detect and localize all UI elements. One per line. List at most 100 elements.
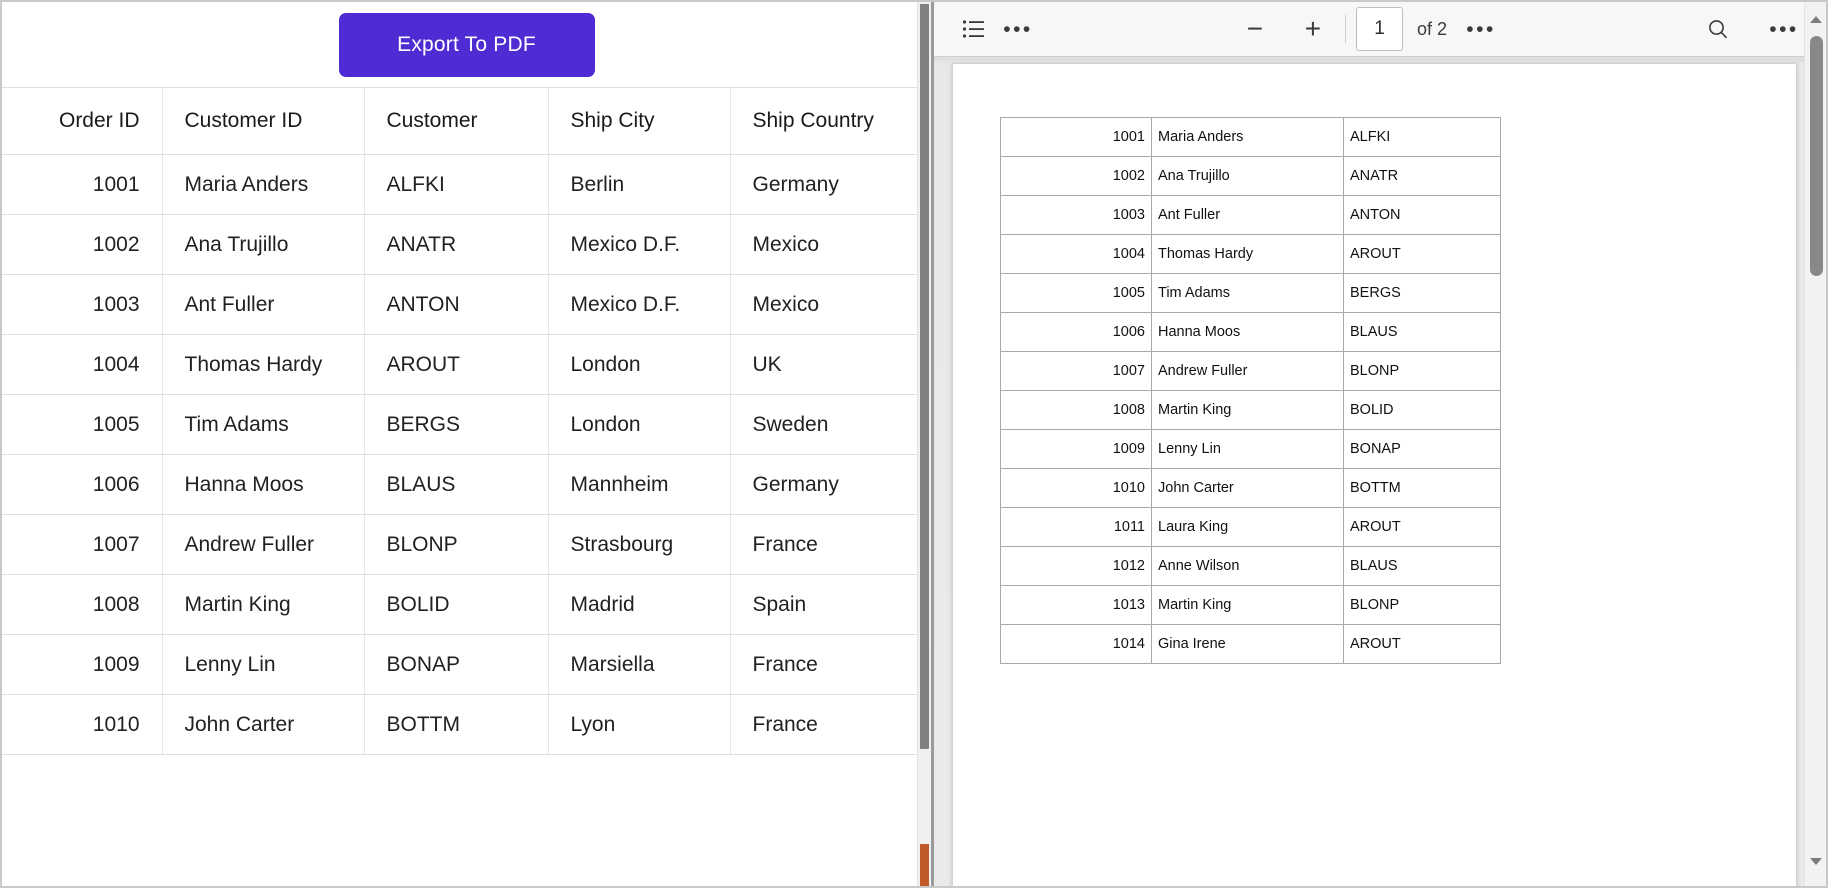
pdf-left-more-button[interactable]: ••• [996, 7, 1040, 51]
cell-ship-country: UK [730, 334, 931, 395]
pdf-cell-order-id: 1012 [1000, 546, 1152, 586]
cell-ship-country: Mexico [730, 274, 931, 335]
pdf-table-row: 1002 Ana Trujillo ANATR [1000, 156, 1501, 196]
cell-order-id: 1002 [2, 214, 163, 275]
pdf-cell-customer-id: BLONP [1343, 351, 1501, 391]
data-grid-pane: Export To PDF Order ID Customer ID Custo… [2, 2, 931, 886]
pdf-table-row: 1003 Ant Fuller ANTON [1000, 195, 1501, 235]
cell-ship-city: Mexico D.F. [548, 214, 731, 275]
cell-ship-city: Strasbourg [548, 514, 731, 575]
pdf-page-more-button[interactable]: ••• [1459, 7, 1503, 51]
pdf-cell-customer-id: ANATR [1343, 156, 1501, 196]
table-row[interactable]: 1009 Lenny Lin BONAP Marsiella France [2, 634, 931, 695]
cell-customer: BOTTM [364, 694, 549, 755]
orders-table-header: Order ID Customer ID Customer Ship City … [2, 87, 931, 155]
zoom-in-label: + [1304, 13, 1322, 44]
pdf-cell-customer-id: ALFKI [1343, 117, 1501, 157]
grid-scrollbar-thumb[interactable] [920, 4, 929, 749]
zoom-in-button[interactable]: + [1291, 7, 1335, 51]
pdf-cell-customer-id: BOLID [1343, 390, 1501, 430]
scroll-down-arrow-icon[interactable] [1805, 850, 1826, 872]
pdf-table-row: 1007 Andrew Fuller BLONP [1000, 351, 1501, 391]
pdf-cell-order-id: 1010 [1000, 468, 1152, 508]
pdf-cell-customer: Ant Fuller [1151, 195, 1344, 235]
table-row[interactable]: 1003 Ant Fuller ANTON Mexico D.F. Mexico [2, 274, 931, 335]
cell-customer: BLAUS [364, 454, 549, 515]
export-to-pdf-button[interactable]: Export To PDF [338, 12, 595, 77]
cell-customer: BOLID [364, 574, 549, 635]
pdf-toolbar: ••• − + of 2 ••• [934, 2, 1826, 57]
pdf-right-more-button[interactable]: ••• [1762, 7, 1806, 51]
page-number-input[interactable] [1355, 7, 1403, 51]
cell-ship-city: Marsiella [548, 634, 731, 695]
pdf-cell-customer: Thomas Hardy [1151, 234, 1344, 274]
pdf-scroll-area[interactable]: 1001 Maria Anders ALFKI 1002 Ana Trujillo ANA… [934, 58, 1804, 886]
pdf-table-row: 1013 Martin King BLONP [1000, 585, 1501, 625]
pdf-orders-table: 1001 Maria Anders ALFKI 1002 Ana Trujillo ANA… [1000, 117, 1501, 664]
cell-order-id: 1005 [2, 394, 163, 455]
pdf-cell-customer: Gina Irene [1151, 624, 1344, 664]
pdf-table-row: 1012 Anne Wilson BLAUS [1000, 546, 1501, 586]
pdf-cell-customer-id: BLONP [1343, 585, 1501, 625]
cell-ship-city: Lyon [548, 694, 731, 755]
table-row[interactable]: 1007 Andrew Fuller BLONP Strasbourg France [2, 514, 931, 575]
pdf-cell-customer: Hanna Moos [1151, 312, 1344, 352]
bookmarks-list-icon[interactable] [952, 7, 996, 51]
pdf-cell-order-id: 1002 [1000, 156, 1152, 196]
cell-customer: ANTON [364, 274, 549, 335]
table-row[interactable]: 1004 Thomas Hardy AROUT London UK [2, 334, 931, 395]
cell-ship-country: France [730, 514, 931, 575]
cell-customer-id: Tim Adams [162, 394, 365, 455]
pdf-table-row: 1001 Maria Anders ALFKI [1000, 117, 1501, 157]
column-header-ship-country[interactable]: Ship Country [730, 87, 931, 155]
table-row[interactable]: 1002 Ana Trujillo ANATR Mexico D.F. Mexico [2, 214, 931, 275]
zoom-out-button[interactable]: − [1233, 7, 1277, 51]
table-row[interactable]: 1001 Maria Anders ALFKI Berlin Germany [2, 154, 931, 215]
cell-order-id: 1008 [2, 574, 163, 635]
cell-order-id: 1006 [2, 454, 163, 515]
cell-customer: ANATR [364, 214, 549, 275]
column-header-customer[interactable]: Customer [364, 87, 549, 155]
cell-customer-id: Martin King [162, 574, 365, 635]
cell-ship-country: Germany [730, 154, 931, 215]
search-icon[interactable] [1696, 7, 1740, 51]
table-row[interactable]: 1008 Martin King BOLID Madrid Spain [2, 574, 931, 635]
pdf-cell-customer: Lenny Lin [1151, 429, 1344, 469]
cell-ship-country: Mexico [730, 214, 931, 275]
pdf-vertical-scrollbar[interactable] [1804, 2, 1826, 886]
grid-vertical-scrollbar[interactable] [917, 2, 931, 886]
pdf-cell-customer-id: BLAUS [1343, 546, 1501, 586]
cell-customer: AROUT [364, 334, 549, 395]
column-header-order-id[interactable]: Order ID [2, 87, 163, 155]
pdf-scrollbar-thumb[interactable] [1810, 36, 1823, 276]
pdf-orders-table-body: 1001 Maria Anders ALFKI 1002 Ana Trujillo ANA… [1000, 117, 1501, 664]
cell-ship-country: Sweden [730, 394, 931, 455]
cell-customer: ALFKI [364, 154, 549, 215]
pdf-cell-customer-id: AROUT [1343, 234, 1501, 274]
pdf-cell-customer-id: BONAP [1343, 429, 1501, 469]
column-header-ship-city[interactable]: Ship City [548, 87, 731, 155]
cell-customer-id: Hanna Moos [162, 454, 365, 515]
pdf-table-row: 1004 Thomas Hardy AROUT [1000, 234, 1501, 274]
pdf-cell-customer: John Carter [1151, 468, 1344, 508]
table-row[interactable]: 1006 Hanna Moos BLAUS Mannheim Germany [2, 454, 931, 515]
toolbar-divider [1344, 15, 1346, 43]
pdf-page-more-label: ••• [1466, 17, 1496, 41]
pdf-cell-order-id: 1004 [1000, 234, 1152, 274]
pdf-table-row: 1006 Hanna Moos BLAUS [1000, 312, 1501, 352]
scroll-up-arrow-icon[interactable] [1805, 8, 1826, 30]
cell-order-id: 1003 [2, 274, 163, 335]
data-grid[interactable]: Order ID Customer ID Customer Ship City … [2, 87, 931, 870]
pdf-cell-customer-id: AROUT [1343, 507, 1501, 547]
table-row[interactable]: 1005 Tim Adams BERGS London Sweden [2, 394, 931, 455]
cell-ship-country: France [730, 634, 931, 695]
table-row[interactable]: 1010 John Carter BOTTM Lyon France [2, 694, 931, 755]
cell-customer-id: John Carter [162, 694, 365, 755]
pdf-cell-customer: Anne Wilson [1151, 546, 1344, 586]
pdf-cell-customer: Maria Anders [1151, 117, 1344, 157]
column-header-customer-id[interactable]: Customer ID [162, 87, 365, 155]
cell-customer: BONAP [364, 634, 549, 695]
pdf-cell-customer-id: BLAUS [1343, 312, 1501, 352]
orders-table: Order ID Customer ID Customer Ship City … [2, 87, 931, 755]
cell-customer: BERGS [364, 394, 549, 455]
